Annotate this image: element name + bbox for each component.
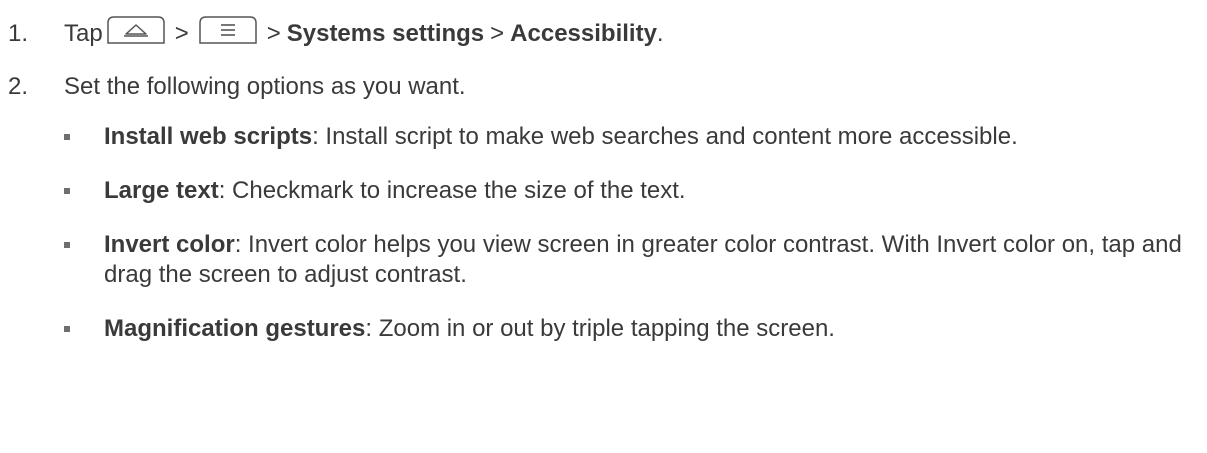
separator: >: [174, 20, 189, 47]
separator: >: [266, 20, 281, 47]
accessibility-label: Accessibility: [510, 20, 657, 47]
option-term: Large text: [104, 177, 219, 204]
bullet-marker: [64, 134, 70, 140]
step-1: 1. Tap > > Systems settings > Accessibil…: [8, 16, 664, 52]
separator: >: [490, 20, 505, 47]
list-item: Install web scripts: Install script to m…: [64, 122, 1194, 152]
option-description: : Zoom in or out by triple tapping the s…: [365, 315, 835, 342]
option-description: : Checkmark to increase the size of the …: [218, 177, 686, 204]
step-text: Set the following options as you want.: [64, 73, 466, 100]
options-list: Install web scripts: Install script to m…: [64, 122, 1194, 368]
list-item: Invert color: Invert color helps you vie…: [64, 230, 1194, 290]
menu-key-icon: [198, 16, 258, 52]
document-page: { "steps": [ { "number": "1.", "prefix":…: [0, 0, 1207, 453]
option-term: Magnification gestures: [104, 315, 366, 342]
step-suffix: .: [656, 20, 664, 47]
option-term: Install web scripts: [104, 123, 313, 150]
systems-settings-label: Systems settings: [286, 20, 485, 47]
step-2: 2. Set the following options as you want…: [8, 72, 466, 102]
bullet-marker: [64, 326, 70, 332]
bullet-marker: [64, 188, 70, 194]
step-number: 2.: [8, 73, 29, 100]
option-term: Invert color: [104, 231, 235, 258]
bullet-marker: [64, 242, 70, 248]
list-item: Magnification gestures: Zoom in or out b…: [64, 314, 1194, 344]
list-item: Large text: Checkmark to increase the si…: [64, 176, 1194, 206]
option-description: : Invert color helps you view screen in …: [104, 231, 1182, 288]
option-description: : Install script to make web searches an…: [312, 123, 1018, 150]
home-key-icon: [106, 16, 166, 52]
step-number: 1.: [8, 20, 29, 47]
step-text-prefix: Tap: [64, 20, 103, 47]
